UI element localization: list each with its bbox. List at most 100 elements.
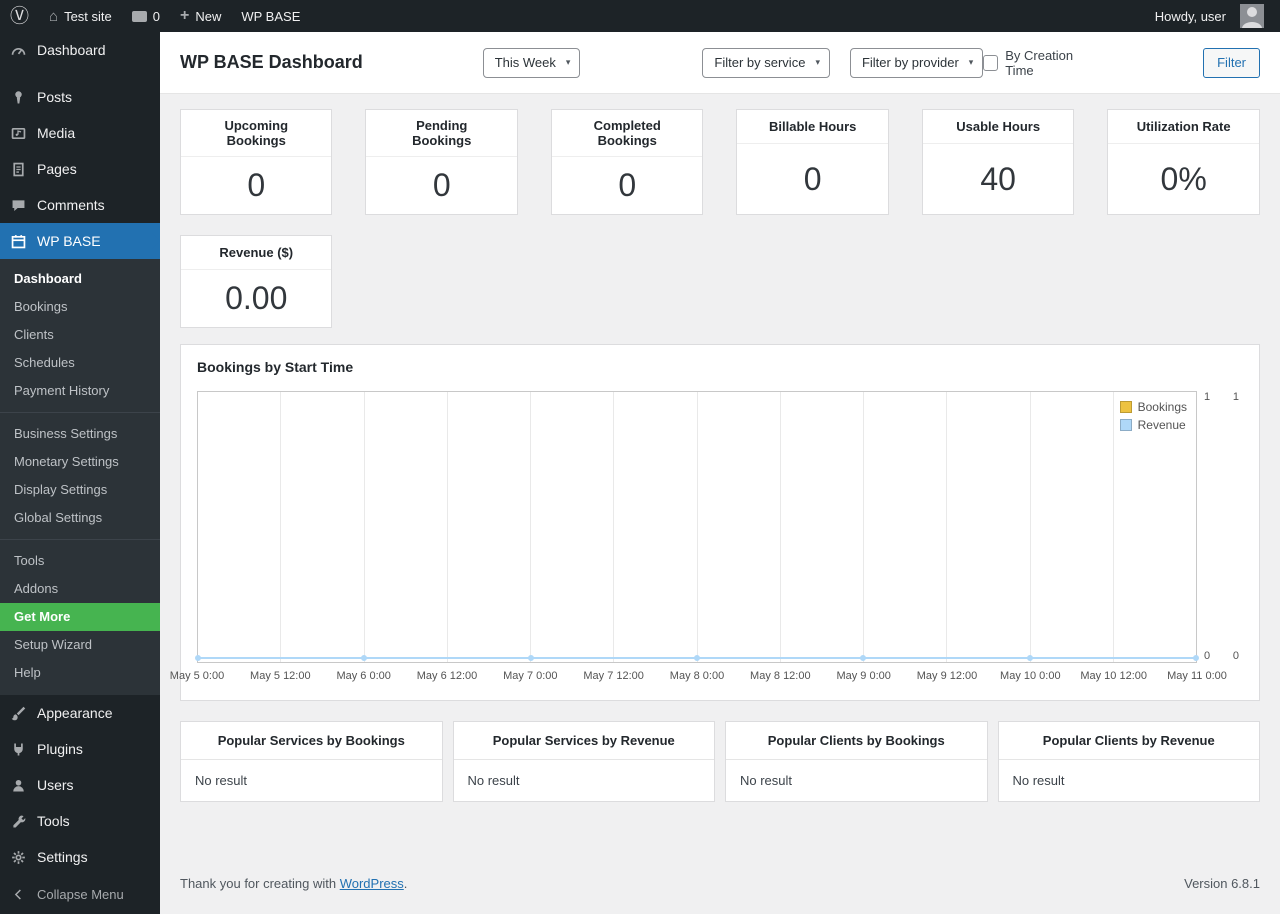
user-avatar <box>1240 4 1264 28</box>
main-content: WP BASE Dashboard This Week ▾ Filter by … <box>160 0 1280 901</box>
sidebar-item-label: Tools <box>37 813 70 829</box>
stat-title: Utilization Rate <box>1136 119 1231 134</box>
popular-clients-by-bookings-panel: Popular Clients by Bookings No result <box>725 721 988 802</box>
person-icon <box>8 775 28 795</box>
submenu-item-help[interactable]: Help <box>0 659 160 687</box>
bookings-legend-swatch <box>1119 401 1132 413</box>
speech-bubble-icon <box>8 195 28 215</box>
my-account-menu[interactable]: Howdy, user <box>1145 0 1274 32</box>
submenu-item-global-settings[interactable]: Global Settings <box>0 504 160 532</box>
comments-count: 0 <box>152 8 160 24</box>
sidebar-item-label: Settings <box>37 849 88 865</box>
chart-point <box>1026 655 1033 661</box>
panel-body: No result <box>195 773 248 788</box>
document-icon <box>8 159 28 179</box>
y-axis-min-label: 0 <box>1232 650 1239 662</box>
sidebar-item-label: Posts <box>37 89 73 105</box>
chart-point <box>1193 655 1199 661</box>
x-tick-label: May 5 0:00 <box>169 670 225 682</box>
new-content-button[interactable]: + New <box>170 0 231 32</box>
wordpress-menu-button[interactable]: Ⓥ <box>0 0 39 32</box>
x-tick-label: May 5 12:00 <box>250 670 311 682</box>
by-creation-time-label: By Creation Time <box>1005 47 1074 78</box>
x-tick-label: May 8 0:00 <box>669 670 725 682</box>
sidebar-item-media[interactable]: Media <box>0 115 160 151</box>
submenu-item-setup-wizard[interactable]: Setup Wizard <box>0 631 160 659</box>
wp-base-toolbar-link[interactable]: WP BASE <box>231 0 310 32</box>
stat-value: 40 <box>980 160 1016 197</box>
by-creation-time-checkbox[interactable] <box>983 54 999 71</box>
stat-card-upcoming-bookings: Upcoming Bookings 0 <box>180 109 333 215</box>
chart-point <box>195 655 201 661</box>
submenu-item-payment-history[interactable]: Payment History <box>0 377 160 405</box>
dashboard-header: WP BASE Dashboard This Week ▾ Filter by … <box>160 32 1280 94</box>
wordpress-link[interactable]: WordPress <box>340 876 404 891</box>
footer-thanks-text: Thank you for creating with <box>180 876 337 891</box>
revenue-legend-swatch <box>1119 419 1132 431</box>
sidebar-item-label: Pages <box>37 161 77 177</box>
sidebar-item-users[interactable]: Users <box>0 767 160 803</box>
submenu-divider <box>0 412 160 413</box>
media-icon <box>8 123 28 143</box>
footer-period: . <box>403 876 408 891</box>
gear-icon <box>8 847 28 867</box>
filter-button[interactable]: Filter <box>1203 47 1260 78</box>
submenu-item-monetary-settings[interactable]: Monetary Settings <box>0 448 160 476</box>
admin-footer: Thank you for creating with WordPress. V… <box>180 876 1260 901</box>
site-name-link[interactable]: ⌂ Test site <box>39 0 122 32</box>
sidebar-item-appearance[interactable]: Appearance <box>0 695 160 731</box>
popular-panels-row: Popular Services by Bookings No result P… <box>180 721 1260 802</box>
sidebar-item-wp-base[interactable]: WP BASE <box>0 223 160 259</box>
chart-title: Bookings by Start Time <box>197 359 354 375</box>
stat-value: 0.00 <box>225 280 288 316</box>
sidebar-item-settings[interactable]: Settings <box>0 839 160 875</box>
submenu-item-get-more[interactable]: Get More <box>0 603 160 631</box>
sidebar-item-comments[interactable]: Comments <box>0 187 160 223</box>
stat-value: 0 <box>247 167 266 203</box>
stat-value: 0% <box>1160 160 1207 197</box>
x-tick-label: May 6 12:00 <box>416 670 478 682</box>
popular-clients-by-revenue-panel: Popular Clients by Revenue No result <box>997 721 1260 802</box>
pushpin-icon <box>8 87 28 107</box>
submenu-item-tools[interactable]: Tools <box>0 547 160 575</box>
panel-title: Popular Services by Revenue <box>453 722 714 760</box>
x-tick-label: May 7 0:00 <box>503 670 558 682</box>
sidebar-item-dashboard[interactable]: Dashboard <box>0 32 160 68</box>
provider-filter-select[interactable]: Filter by provider ▾ <box>849 47 984 78</box>
stat-title: Pending Bookings <box>412 118 472 148</box>
x-tick-label: May 7 12:00 <box>583 670 644 682</box>
sidebar-item-pages[interactable]: Pages <box>0 151 160 187</box>
collapse-menu-button[interactable]: Collapse Menu <box>0 874 160 914</box>
chart-x-axis-labels: May 5 0:00 May 5 12:00 May 6 0:00 May 6 … <box>170 668 1227 686</box>
sidebar-item-label: Comments <box>37 197 105 213</box>
stats-cards: Upcoming Bookings 0 Pending Bookings 0 C… <box>180 109 1260 328</box>
chart-point <box>527 655 534 661</box>
plus-icon: + <box>180 7 190 24</box>
submenu-item-clients[interactable]: Clients <box>0 321 160 349</box>
bookings-y-axis: 1 0 <box>1204 391 1210 663</box>
chart-point <box>860 655 867 661</box>
revenue-legend-label: Revenue <box>1137 418 1186 432</box>
stat-value: 0 <box>618 167 637 203</box>
sidebar-item-label: Plugins <box>37 741 83 757</box>
sidebar-item-plugins[interactable]: Plugins <box>0 731 160 767</box>
submenu-item-addons[interactable]: Addons <box>0 575 160 603</box>
chevron-left-icon <box>8 884 28 904</box>
wp-base-submenu: Dashboard Bookings Clients Schedules Pay… <box>0 259 160 695</box>
sidebar-item-tools[interactable]: Tools <box>0 803 160 839</box>
sidebar-item-label: Dashboard <box>37 42 106 58</box>
chart-point <box>361 655 368 661</box>
period-select[interactable]: This Week ▾ <box>482 47 581 78</box>
comments-bubble-link[interactable]: 0 <box>122 0 170 32</box>
service-filter-select[interactable]: Filter by service ▾ <box>702 47 830 78</box>
submenu-item-business-settings[interactable]: Business Settings <box>0 420 160 448</box>
sidebar-item-posts[interactable]: Posts <box>0 79 160 115</box>
chevron-down-icon: ▾ <box>815 57 820 67</box>
submenu-item-schedules[interactable]: Schedules <box>0 349 160 377</box>
site-name-label: Test site <box>64 8 112 24</box>
sidebar-item-label: Users <box>37 777 74 793</box>
period-select-value: This Week <box>494 55 556 70</box>
submenu-item-bookings[interactable]: Bookings <box>0 293 160 321</box>
submenu-item-display-settings[interactable]: Display Settings <box>0 476 160 504</box>
submenu-item-dashboard[interactable]: Dashboard <box>0 265 160 293</box>
